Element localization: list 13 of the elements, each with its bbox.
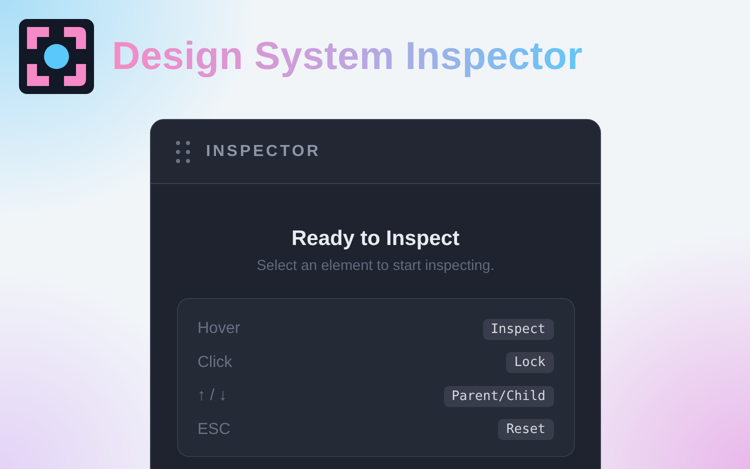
shortcut-action: Hover: [198, 320, 240, 338]
shortcut-action: ↑ / ↓: [198, 387, 227, 406]
shortcut-action: Click: [198, 354, 232, 372]
shortcut-key: Lock: [506, 352, 554, 374]
shortcut-action: ESC: [198, 420, 230, 439]
status-heading: Ready to Inspect: [291, 227, 460, 251]
shortcut-key: Reset: [498, 419, 554, 440]
panel-title: INSPECTOR: [206, 142, 321, 160]
shortcut-key: Inspect: [482, 318, 554, 340]
drag-handle-icon[interactable]: [176, 140, 190, 162]
logo-icon: [19, 19, 94, 94]
status-subtitle: Select an element to start inspecting.: [256, 258, 494, 274]
shortcut-key: Parent/Child: [444, 386, 554, 407]
